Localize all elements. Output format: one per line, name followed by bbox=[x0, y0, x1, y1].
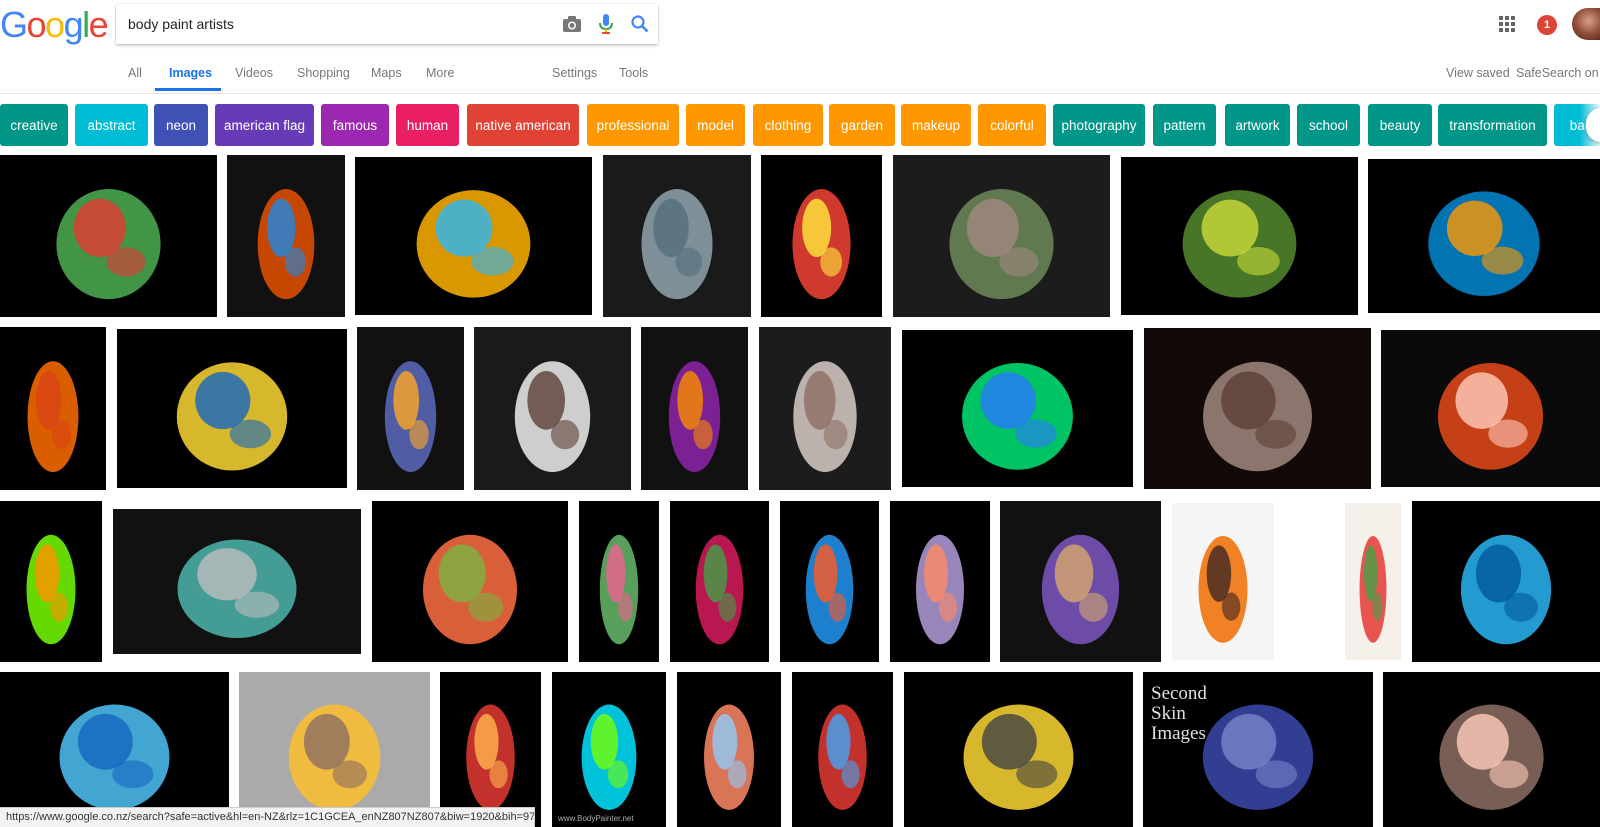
watermark-text: Second Skin Images bbox=[1151, 683, 1207, 744]
image-results-grid: www.BodyPainter.net Second Skin Images bbox=[0, 0, 1600, 827]
image-result-fox[interactable] bbox=[1381, 330, 1600, 487]
image-result-floral-woman[interactable] bbox=[792, 672, 893, 827]
image-result-tiger-face[interactable] bbox=[1172, 503, 1274, 660]
image-result-painter[interactable] bbox=[440, 672, 541, 827]
image-result-neon-body[interactable]: www.BodyPainter.net bbox=[552, 672, 666, 827]
image-result-flower-woman[interactable] bbox=[372, 501, 568, 662]
image-result-fish-body[interactable] bbox=[670, 501, 769, 662]
image-result-faucet[interactable] bbox=[761, 155, 882, 317]
image-result-lizard-pair[interactable] bbox=[893, 155, 1110, 317]
image-result-warrior[interactable] bbox=[227, 155, 345, 317]
image-result-blue-bull[interactable]: Second Skin Images bbox=[1143, 672, 1373, 827]
image-result-blue-dragon[interactable] bbox=[0, 672, 229, 827]
image-result-standing-color[interactable] bbox=[1345, 503, 1401, 660]
image-result-colorful-pose[interactable] bbox=[780, 501, 879, 662]
image-result-motorbike[interactable] bbox=[904, 672, 1133, 827]
image-result-green-back[interactable] bbox=[0, 501, 102, 662]
image-result-neon-fish[interactable] bbox=[902, 330, 1133, 487]
image-result-bull-head[interactable] bbox=[1383, 672, 1600, 827]
status-bar-url: https://www.google.co.nz/search?safe=act… bbox=[0, 807, 535, 827]
image-result-frog[interactable] bbox=[0, 155, 217, 317]
image-result-golden-pair[interactable] bbox=[239, 672, 430, 827]
image-result-tree-body[interactable] bbox=[0, 327, 106, 490]
image-result-collage[interactable] bbox=[1000, 501, 1161, 662]
image-result-dark-figure[interactable] bbox=[890, 501, 990, 662]
image-result-shaman[interactable] bbox=[117, 329, 347, 488]
image-result-owl[interactable] bbox=[603, 155, 751, 317]
image-result-standing-figure[interactable] bbox=[579, 501, 659, 662]
image-result-monsters[interactable] bbox=[113, 509, 361, 654]
watermark-text: www.BodyPainter.net bbox=[558, 814, 634, 823]
image-result-portrait-half[interactable] bbox=[1144, 328, 1371, 489]
image-result-lion[interactable] bbox=[759, 327, 891, 490]
image-result-crocodile[interactable] bbox=[1121, 157, 1358, 315]
image-result-kingfisher[interactable] bbox=[1368, 159, 1600, 313]
image-result-flower-figure[interactable] bbox=[641, 327, 748, 490]
image-result-crouching-figure[interactable] bbox=[355, 157, 592, 315]
image-result-blue-stripes[interactable] bbox=[1412, 501, 1600, 662]
image-result-vase-woman[interactable] bbox=[677, 672, 781, 827]
image-result-robot-figure[interactable] bbox=[357, 327, 464, 490]
image-result-skeleton[interactable] bbox=[474, 327, 631, 490]
